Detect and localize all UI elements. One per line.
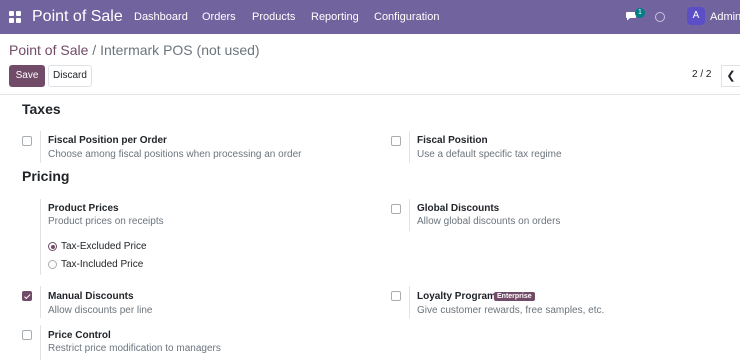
fiscal-position-checkbox[interactable] — [391, 136, 401, 146]
price-control-checkbox[interactable] — [22, 330, 32, 340]
enterprise-badge: Enterprise — [494, 292, 535, 301]
fiscal-position-per-order-desc: Choose among fiscal positions when proce… — [48, 149, 302, 160]
setting-separator — [40, 199, 41, 275]
breadcrumb-current: Intermark POS (not used) — [100, 42, 260, 58]
tax-excluded-price-radio[interactable] — [48, 242, 57, 251]
product-prices-title: Product Prices — [48, 203, 119, 214]
tax-included-price-radio[interactable] — [48, 260, 57, 269]
product-prices-desc: Product prices on receipts — [48, 216, 164, 227]
save-button[interactable]: Save — [9, 65, 45, 87]
manual-discounts-title: Manual Discounts — [48, 291, 134, 302]
chevron-left-icon[interactable]: ❮ — [721, 65, 740, 87]
apps-menu-icon[interactable] — [9, 11, 21, 23]
menu-orders[interactable]: Orders — [202, 11, 236, 23]
setting-separator — [40, 325, 41, 360]
manual-discounts-checkbox[interactable] — [22, 291, 32, 301]
activity-clock-icon[interactable] — [655, 12, 665, 22]
breadcrumb-separator: / — [88, 42, 101, 58]
tax-excluded-price-label[interactable]: Tax-Excluded Price — [61, 241, 147, 252]
setting-separator — [409, 199, 410, 231]
setting-separator — [40, 131, 41, 163]
tax-included-price-label[interactable]: Tax-Included Price — [61, 259, 143, 270]
setting-separator — [409, 286, 410, 318]
manual-discounts-desc: Allow discounts per line — [48, 305, 153, 316]
discard-button[interactable]: Discard — [48, 65, 92, 87]
global-discounts-checkbox[interactable] — [391, 204, 401, 214]
menu-dashboard[interactable]: Dashboard — [134, 11, 188, 23]
fiscal-position-per-order-checkbox[interactable] — [22, 136, 32, 146]
fiscal-position-desc: Use a default specific tax regime — [417, 149, 562, 160]
fiscal-position-per-order-title: Fiscal Position per Order — [48, 135, 167, 146]
loyalty-program-checkbox[interactable] — [391, 291, 401, 301]
avatar[interactable]: A — [687, 7, 705, 25]
menu-products[interactable]: Products — [252, 11, 295, 23]
menu-configuration[interactable]: Configuration — [374, 11, 439, 23]
price-control-title: Price Control — [48, 330, 111, 341]
fiscal-position-title: Fiscal Position — [417, 135, 488, 146]
loyalty-program-desc: Give customer rewards, free samples, etc… — [417, 305, 605, 316]
breadcrumb: Point of Sale / Intermark POS (not used) — [9, 42, 260, 58]
section-title-taxes: Taxes — [22, 101, 61, 117]
section-title-pricing: Pricing — [22, 168, 70, 184]
menu-reporting[interactable]: Reporting — [311, 11, 359, 23]
global-discounts-desc: Allow global discounts on orders — [417, 216, 561, 227]
top-navbar: Point of Sale Dashboard Orders Products … — [0, 0, 740, 34]
setting-separator — [409, 131, 410, 163]
chat-count-badge: 1 — [635, 8, 645, 18]
setting-separator — [40, 286, 41, 318]
user-name[interactable]: Adminis — [710, 11, 740, 23]
app-title[interactable]: Point of Sale — [32, 8, 123, 26]
pager-value[interactable]: 2 / 2 — [692, 69, 711, 80]
global-discounts-title: Global Discounts — [417, 203, 500, 214]
loyalty-program-title: Loyalty Program — [417, 291, 496, 302]
price-control-desc: Restrict price modification to managers — [48, 343, 221, 354]
divider — [0, 94, 740, 95]
breadcrumb-root[interactable]: Point of Sale — [9, 42, 88, 58]
